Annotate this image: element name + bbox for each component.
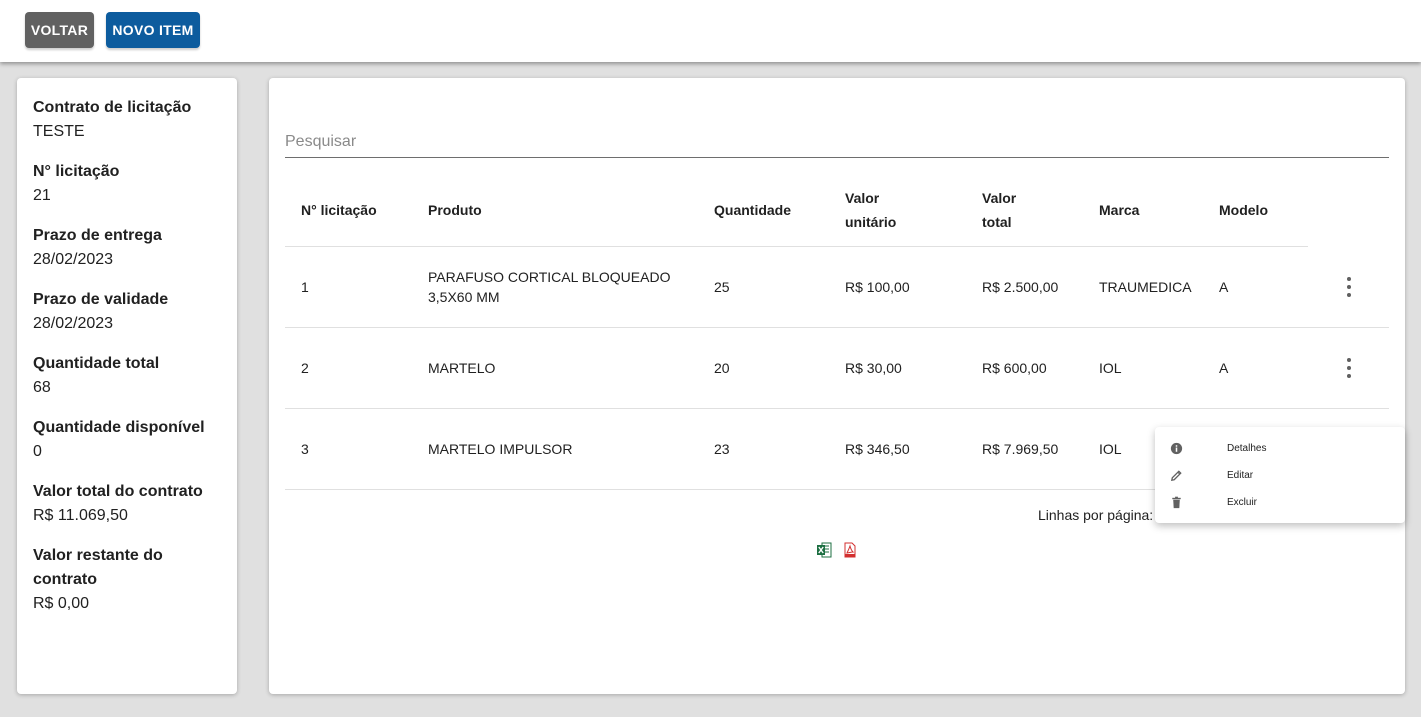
- contract-summary-card: Contrato de licitação TESTE N° licitação…: [17, 78, 237, 694]
- column-header-brand[interactable]: Marca: [1099, 174, 1139, 246]
- info-icon: [1170, 442, 1183, 455]
- summary-contract: Contrato de licitação TESTE: [33, 96, 221, 144]
- summary-value: R$ 11.069,50: [33, 507, 128, 524]
- summary-label: Valor restante do contrato: [33, 547, 163, 588]
- table-row: 2 MARTELO 20 R$ 30,00 R$ 600,00 IOL A: [285, 328, 1389, 409]
- summary-value: 0: [33, 443, 42, 460]
- summary-bid-number: N° licitação 21: [33, 160, 221, 208]
- new-item-button[interactable]: NOVO ITEM: [106, 12, 200, 48]
- pdf-icon[interactable]: [842, 542, 858, 558]
- summary-value: R$ 0,00: [33, 595, 90, 612]
- cell-brand: TRAUMEDICA: [1099, 279, 1192, 295]
- top-toolbar: VOLTAR NOVO ITEM: [0, 0, 1421, 62]
- summary-validity-deadline: Prazo de validade 28/02/2023: [33, 288, 221, 336]
- summary-label: Contrato de licitação: [33, 99, 192, 116]
- menu-item-label: Editar: [1227, 470, 1254, 481]
- summary-label: Quantidade total: [33, 355, 160, 372]
- pencil-icon: [1170, 470, 1182, 482]
- table-header: N° licitação Produto Quantidade Valor un…: [285, 174, 1308, 247]
- back-button[interactable]: VOLTAR: [25, 12, 94, 48]
- trash-icon: [1172, 496, 1181, 509]
- cell-quantity: 20: [714, 360, 730, 376]
- summary-value: TESTE: [33, 123, 85, 140]
- summary-value: 28/02/2023: [33, 315, 114, 332]
- summary-label: Prazo de entrega: [33, 227, 162, 244]
- cell-total-value: R$ 7.969,50: [982, 441, 1059, 457]
- summary-label: Quantidade disponível: [33, 419, 205, 436]
- summary-available-quantity: Quantidade disponível 0: [33, 416, 221, 464]
- summary-contract-remaining: Valor restante do contrato R$ 0,00: [33, 544, 221, 616]
- summary-label: N° licitação: [33, 163, 120, 180]
- search-input[interactable]: [285, 128, 1389, 156]
- more-vert-icon[interactable]: [1341, 277, 1357, 297]
- cell-model: A: [1219, 279, 1229, 295]
- summary-contract-total: Valor total do contrato R$ 11.069,50: [33, 480, 221, 528]
- cell-bid-number: 3: [301, 441, 309, 457]
- cell-bid-number: 2: [301, 360, 309, 376]
- column-header-bid-number[interactable]: N° licitação: [301, 174, 391, 246]
- cell-unit-value: R$ 346,50: [845, 441, 910, 457]
- summary-value: 21: [33, 187, 51, 204]
- column-header-unit-value[interactable]: Valor unitário: [845, 174, 915, 246]
- summary-label: Prazo de validade: [33, 291, 169, 308]
- cell-model: A: [1219, 360, 1229, 376]
- cell-total-value: R$ 2.500,00: [982, 279, 1059, 295]
- excel-icon[interactable]: [816, 542, 832, 558]
- menu-item-edit[interactable]: Editar: [1155, 462, 1405, 489]
- menu-item-details[interactable]: Detalhes: [1155, 435, 1405, 462]
- column-header-product[interactable]: Produto: [428, 174, 482, 246]
- row-context-menu: Detalhes Editar Excluir: [1155, 427, 1405, 523]
- summary-label: Valor total do contrato: [33, 483, 203, 500]
- summary-value: 68: [33, 379, 51, 396]
- summary-value: 28/02/2023: [33, 251, 114, 268]
- cell-quantity: 25: [714, 279, 730, 295]
- rows-per-page-label: Linhas por página:: [1038, 507, 1154, 523]
- cell-unit-value: R$ 100,00: [845, 279, 910, 295]
- summary-delivery-deadline: Prazo de entrega 28/02/2023: [33, 224, 221, 272]
- cell-brand: IOL: [1099, 441, 1122, 457]
- cell-product: MARTELO IMPULSOR: [428, 441, 573, 457]
- cell-quantity: 23: [714, 441, 730, 457]
- column-header-model[interactable]: Modelo: [1219, 174, 1268, 246]
- column-header-quantity[interactable]: Quantidade: [714, 174, 791, 246]
- search-field: [285, 128, 1389, 158]
- table-row: 1 PARAFUSO CORTICAL BLOQUEADO 3,5X60 MM …: [285, 247, 1389, 328]
- cell-total-value: R$ 600,00: [982, 360, 1047, 376]
- menu-item-delete[interactable]: Excluir: [1155, 489, 1405, 516]
- cell-product: MARTELO: [428, 360, 496, 376]
- cell-bid-number: 1: [301, 279, 309, 295]
- column-header-total-value[interactable]: Valor total: [982, 174, 1042, 246]
- summary-total-quantity: Quantidade total 68: [33, 352, 221, 400]
- export-actions: [816, 542, 858, 558]
- menu-item-label: Excluir: [1227, 497, 1258, 508]
- menu-item-label: Detalhes: [1227, 443, 1267, 454]
- cell-unit-value: R$ 30,00: [845, 360, 902, 376]
- items-table-card: N° licitação Produto Quantidade Valor un…: [269, 78, 1405, 694]
- more-vert-icon[interactable]: [1341, 358, 1357, 378]
- cell-brand: IOL: [1099, 360, 1122, 376]
- cell-product: PARAFUSO CORTICAL BLOQUEADO 3,5X60 MM: [428, 269, 671, 305]
